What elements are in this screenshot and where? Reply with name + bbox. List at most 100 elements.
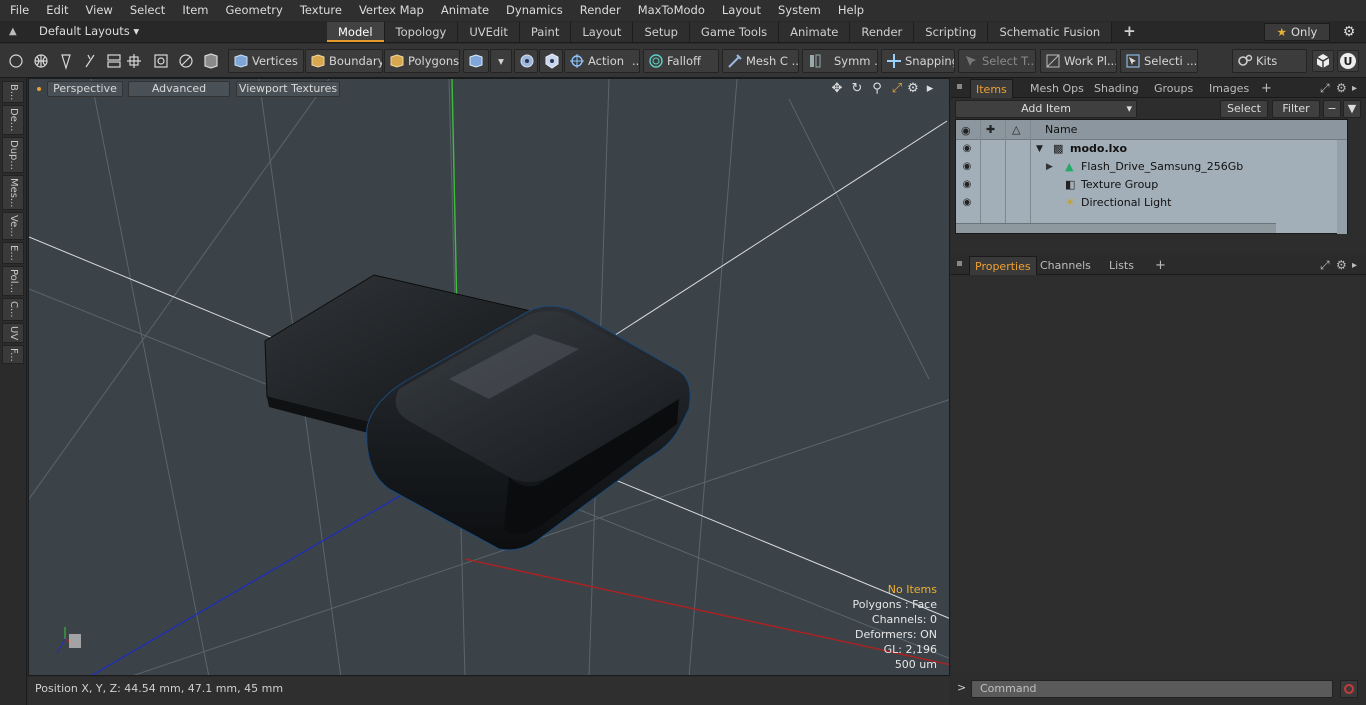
menu-vertex-map[interactable]: Vertex Map bbox=[349, 0, 431, 21]
add-tab-button[interactable]: + bbox=[1112, 22, 1147, 42]
add-panel-tab-button[interactable]: + bbox=[1256, 79, 1277, 98]
advanced-dropdown[interactable]: Advanced bbox=[128, 81, 230, 97]
select-through-button[interactable]: Select T... bbox=[958, 49, 1036, 73]
tab-scripting[interactable]: Scripting bbox=[914, 22, 989, 42]
menu-animate[interactable]: Animate bbox=[431, 0, 496, 21]
strip-tab-vertex[interactable]: Ve... bbox=[2, 212, 24, 241]
polygons-button[interactable]: Polygons bbox=[384, 49, 460, 73]
boundary-button[interactable]: Boundary bbox=[305, 49, 383, 73]
menu-dynamics[interactable]: Dynamics bbox=[496, 0, 570, 21]
pivot-mode-button[interactable] bbox=[539, 49, 563, 73]
tab-images[interactable]: Images bbox=[1204, 79, 1254, 98]
strip-tab-duplicate[interactable]: Dup... bbox=[2, 136, 24, 173]
tab-channels[interactable]: Channels bbox=[1035, 256, 1096, 275]
only-button[interactable]: ★ Only bbox=[1264, 23, 1330, 41]
select-button[interactable]: Select bbox=[1220, 100, 1268, 118]
symmetry-button[interactable]: Symm ... bbox=[802, 49, 878, 73]
mesh-constraint-button[interactable]: Mesh C ... bbox=[722, 49, 799, 73]
add-item-button[interactable]: Add Item ▾ bbox=[955, 100, 1137, 118]
tab-properties[interactable]: Properties bbox=[969, 256, 1037, 275]
3d-viewport[interactable]: Perspective Advanced Viewport Textures ✥… bbox=[28, 78, 950, 676]
strip-tab-curve[interactable]: C... bbox=[2, 297, 24, 321]
tab-schematic-fusion[interactable]: Schematic Fusion bbox=[988, 22, 1113, 42]
visibility-eye-icon[interactable]: ◉ bbox=[961, 161, 973, 173]
strip-tab-basic[interactable]: B... bbox=[2, 81, 24, 104]
tree-row-mesh[interactable]: ◉ ▶ ▲ Flash_Drive_Samsung_256Gb bbox=[956, 158, 1347, 176]
strip-tab-mesh-edit[interactable]: Mes... bbox=[2, 174, 24, 211]
viewport-gear-icon[interactable]: ⚙ bbox=[905, 81, 921, 97]
collapse-triangle-icon[interactable]: ▼ bbox=[1036, 140, 1043, 158]
panel-expand-icon[interactable]: ▸ bbox=[1347, 256, 1362, 275]
tree-row-scene[interactable]: ◉ ▼ ▩ modo.lxo bbox=[956, 140, 1347, 158]
menu-view[interactable]: View bbox=[76, 0, 120, 21]
selection-sets-button[interactable]: Selecti ... bbox=[1120, 49, 1198, 73]
strip-tab-polygon[interactable]: Pol... bbox=[2, 265, 24, 296]
tree-horizontal-scrollbar[interactable] bbox=[956, 223, 1276, 233]
tree-row-texture-group[interactable]: ◉ ◧ Texture Group bbox=[956, 176, 1347, 194]
tab-lists[interactable]: Lists bbox=[1104, 256, 1139, 275]
menu-layout[interactable]: Layout bbox=[712, 0, 768, 21]
tab-render[interactable]: Render bbox=[850, 22, 915, 42]
tab-game-tools[interactable]: Game Tools bbox=[689, 22, 780, 42]
unity-icon[interactable] bbox=[1312, 50, 1334, 72]
layout-collapse-icon[interactable]: ▲ bbox=[9, 26, 21, 38]
tab-shading[interactable]: Shading bbox=[1089, 79, 1144, 98]
filter-button[interactable]: Filter bbox=[1272, 100, 1320, 118]
tab-paint[interactable]: Paint bbox=[519, 22, 572, 42]
name-column-header[interactable]: Name bbox=[1045, 123, 1077, 136]
material-mode-button[interactable] bbox=[514, 49, 538, 73]
tab-setup[interactable]: Setup bbox=[633, 22, 690, 42]
menu-help[interactable]: Help bbox=[828, 0, 871, 21]
tab-model[interactable]: Model bbox=[327, 22, 385, 42]
layout-dropdown[interactable]: Default Layouts ▾ bbox=[39, 24, 139, 38]
maximize-icon[interactable]: ⤢ bbox=[889, 81, 905, 97]
visibility-eye-icon[interactable]: ◉ bbox=[961, 179, 973, 191]
panel-expand-icon[interactable]: ▸ bbox=[1347, 79, 1362, 98]
rotate-icon[interactable]: ↻ bbox=[849, 81, 865, 97]
tree-vertical-scrollbar[interactable] bbox=[1337, 140, 1347, 234]
pan-icon[interactable]: ✥ bbox=[829, 81, 845, 97]
command-input[interactable]: Command bbox=[971, 680, 1333, 698]
strip-tab-deform[interactable]: De... bbox=[2, 105, 24, 135]
snapping-button[interactable]: Snapping bbox=[881, 49, 955, 73]
visibility-eye-icon[interactable]: ◉ bbox=[961, 197, 973, 209]
strip-tab-fusion[interactable]: F... bbox=[2, 344, 24, 365]
falloff-button[interactable]: Falloff bbox=[643, 49, 719, 73]
perspective-dropdown[interactable]: Perspective bbox=[47, 81, 123, 97]
visibility-eye-icon[interactable]: ◉ bbox=[961, 143, 973, 155]
expand-right-icon[interactable]: ▸ bbox=[922, 81, 938, 97]
mode-dropdown-button[interactable]: ▾ bbox=[490, 49, 512, 73]
tab-topology[interactable]: Topology bbox=[384, 22, 459, 42]
menu-render[interactable]: Render bbox=[570, 0, 628, 21]
tab-uvedit[interactable]: UVEdit bbox=[458, 22, 520, 42]
collapse-icon[interactable]: − bbox=[1323, 100, 1341, 118]
zoom-icon[interactable]: ⚲ bbox=[869, 81, 885, 97]
item-mode-button[interactable] bbox=[463, 49, 489, 73]
strip-tab-edge[interactable]: E... bbox=[2, 242, 24, 264]
viewport-options-dot[interactable] bbox=[37, 87, 41, 91]
menu-texture[interactable]: Texture bbox=[290, 0, 349, 21]
vertices-button[interactable]: Vertices bbox=[228, 49, 304, 73]
tab-items[interactable]: Items bbox=[970, 79, 1013, 98]
add-panel-tab-button[interactable]: + bbox=[1150, 256, 1171, 275]
tab-mesh-ops[interactable]: Mesh Ops bbox=[1025, 79, 1089, 98]
menu-geometry[interactable]: Geometry bbox=[216, 0, 290, 21]
record-macro-icon[interactable] bbox=[1340, 680, 1358, 698]
tree-row-light[interactable]: ◉ ☀ Directional Light bbox=[956, 194, 1347, 212]
menu-file[interactable]: File bbox=[0, 0, 36, 21]
tab-layout[interactable]: Layout bbox=[571, 22, 634, 42]
menu-edit[interactable]: Edit bbox=[36, 0, 75, 21]
action-center-button[interactable]: Action... bbox=[564, 49, 640, 73]
menu-maxtomodo[interactable]: MaxToModo bbox=[628, 0, 712, 21]
viewport-textures-dropdown[interactable]: Viewport Textures bbox=[236, 81, 340, 97]
tab-groups[interactable]: Groups bbox=[1149, 79, 1198, 98]
unreal-icon[interactable]: U bbox=[1337, 50, 1359, 72]
filter-funnel-icon[interactable]: ▼ bbox=[1343, 100, 1361, 118]
tab-animate[interactable]: Animate bbox=[779, 22, 851, 42]
menu-system[interactable]: System bbox=[768, 0, 828, 21]
strip-tab-uv[interactable]: UV bbox=[2, 322, 24, 343]
expand-triangle-icon[interactable]: ▶ bbox=[1046, 158, 1053, 176]
kits-button[interactable]: Kits bbox=[1232, 49, 1307, 73]
menu-item[interactable]: Item bbox=[172, 0, 215, 21]
menu-select[interactable]: Select bbox=[120, 0, 172, 21]
